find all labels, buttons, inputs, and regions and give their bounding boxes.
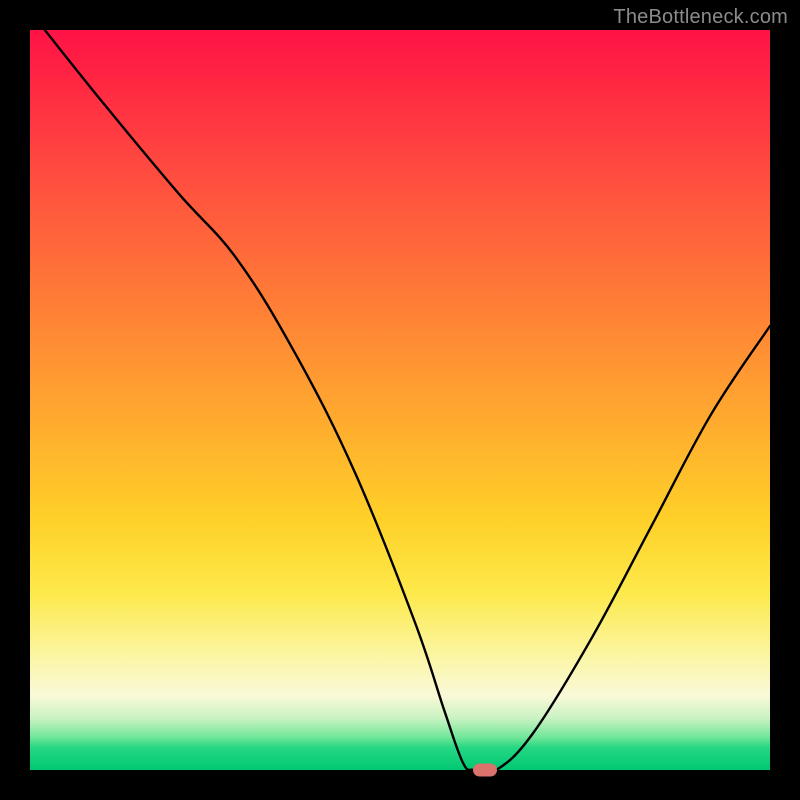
attribution-text: TheBottleneck.com: [613, 6, 788, 29]
bottleneck-curve: [30, 30, 770, 770]
current-value-marker: [473, 764, 497, 777]
plot-area: [30, 30, 770, 770]
chart-frame: TheBottleneck.com: [0, 0, 800, 800]
